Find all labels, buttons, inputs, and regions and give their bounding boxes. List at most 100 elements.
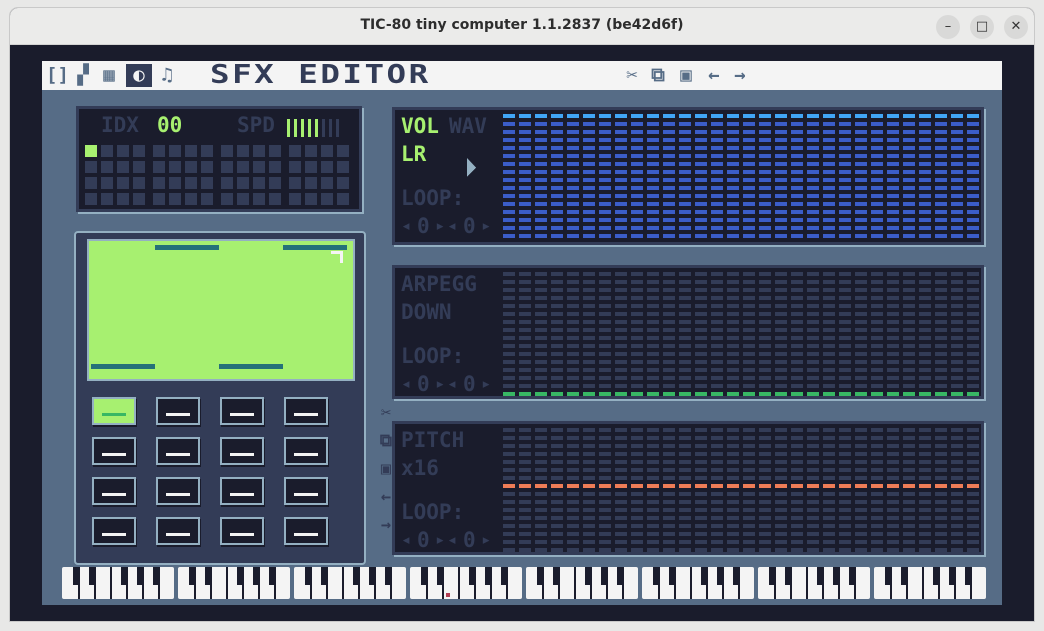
code-editor-icon[interactable]: [] [46,64,69,87]
black-key[interactable] [385,567,392,585]
black-key[interactable] [73,567,80,585]
envelope-column[interactable] [679,428,691,556]
keyboard-octave[interactable] [642,567,754,599]
sfx-slot[interactable] [305,145,317,157]
waveform-slot-button[interactable] [92,437,136,465]
envelope-column[interactable] [567,114,579,242]
waveform-slot-button[interactable] [156,477,200,505]
black-key[interactable] [601,567,608,585]
envelope-column[interactable] [887,272,899,400]
black-key[interactable] [89,567,96,585]
sfx-slot[interactable] [201,145,213,157]
loop-size-left-arrow-icon[interactable]: ◂ [447,530,457,550]
sfx-slot[interactable] [169,161,181,173]
black-key[interactable] [437,567,444,585]
black-key[interactable] [585,567,592,585]
music-editor-icon[interactable]: ♫ [156,64,178,87]
sfx-slot[interactable] [289,193,301,205]
black-key[interactable] [269,567,276,585]
waveform-slot-button[interactable] [220,517,264,545]
envelope-column[interactable] [935,428,947,556]
sfx-slot[interactable] [101,177,113,189]
sfx-slot[interactable] [85,145,97,157]
sfx-slot[interactable] [133,145,145,157]
waveform-slot-button[interactable] [156,397,200,425]
envelope-column[interactable] [615,428,627,556]
sfx-slot[interactable] [237,145,249,157]
envelope-column[interactable] [663,272,675,400]
black-key[interactable] [949,567,956,585]
sfx-slot[interactable] [153,177,165,189]
envelope-column[interactable] [551,428,563,556]
sfx-slot[interactable] [185,161,197,173]
black-key[interactable] [253,567,260,585]
black-key[interactable] [769,567,776,585]
black-key[interactable] [785,567,792,585]
redo-icon[interactable]: → [728,64,752,87]
envelope-column[interactable] [615,272,627,400]
envelope-column[interactable] [743,272,755,400]
sfx-slot[interactable] [201,193,213,205]
envelope-column[interactable] [583,428,595,556]
black-key[interactable] [121,567,128,585]
loop-start-right-arrow-icon[interactable]: ▸ [435,216,445,236]
envelope-column[interactable] [647,114,659,242]
paste-icon[interactable]: ▣ [674,64,698,87]
sfx-slot[interactable] [185,145,197,157]
sfx-slot[interactable] [321,161,333,173]
black-key[interactable] [553,567,560,585]
envelope-column[interactable] [935,272,947,400]
sfx-slot[interactable] [305,161,317,173]
sfx-slot[interactable] [117,177,129,189]
sfx-slot[interactable] [337,193,349,205]
black-key[interactable] [653,567,660,585]
keyboard-octave[interactable] [758,567,870,599]
keyboard-octave[interactable] [294,567,406,599]
envelope-column[interactable] [775,428,787,556]
envelope-column[interactable] [679,272,691,400]
loop-start-left-arrow-icon[interactable]: ◂ [401,530,411,550]
envelope-column[interactable] [631,428,643,556]
black-key[interactable] [305,567,312,585]
black-key[interactable] [733,567,740,585]
envelope-column[interactable] [839,272,851,400]
black-key[interactable] [885,567,892,585]
sprite-editor-icon[interactable]: ▞ [72,64,94,87]
envelope-column[interactable] [855,272,867,400]
black-key[interactable] [205,567,212,585]
envelope-column[interactable] [599,272,611,400]
loop-size-right-arrow-icon[interactable]: ▸ [481,530,491,550]
envelope-column[interactable] [951,272,963,400]
sfx-slot[interactable] [117,193,129,205]
copy-icon[interactable]: ⧉ [646,64,670,87]
envelope-column[interactable] [663,428,675,556]
waveform-slot-button[interactable] [92,477,136,505]
sfx-slot[interactable] [153,193,165,205]
envelope-column[interactable] [743,428,755,556]
envelope-column[interactable] [887,114,899,242]
sfx-slot[interactable] [201,177,213,189]
envelope-column[interactable] [663,114,675,242]
envelope-column[interactable] [871,114,883,242]
envelope-column[interactable] [583,114,595,242]
envelope-column[interactable] [823,428,835,556]
envelope-column[interactable] [919,114,931,242]
cut-icon[interactable]: ✂ [376,403,396,423]
sfx-slot[interactable] [85,161,97,173]
sfx-slot[interactable] [117,161,129,173]
loop-size-left-arrow-icon[interactable]: ◂ [447,216,457,236]
waveform-slot-button[interactable] [284,437,328,465]
keyboard-octave[interactable] [410,567,522,599]
sfx-slot[interactable] [269,161,281,173]
tab-pitch[interactable]: PITCH [401,428,464,452]
sfx-slot[interactable] [221,193,233,205]
envelope-column[interactable] [631,272,643,400]
black-key[interactable] [933,567,940,585]
sfx-slot[interactable] [185,193,197,205]
sfx-slot[interactable] [305,177,317,189]
waveform-slot-button[interactable] [220,397,264,425]
black-key[interactable] [849,567,856,585]
sfx-slot[interactable] [253,145,265,157]
sfx-slot[interactable] [133,177,145,189]
sfx-slot[interactable] [253,161,265,173]
